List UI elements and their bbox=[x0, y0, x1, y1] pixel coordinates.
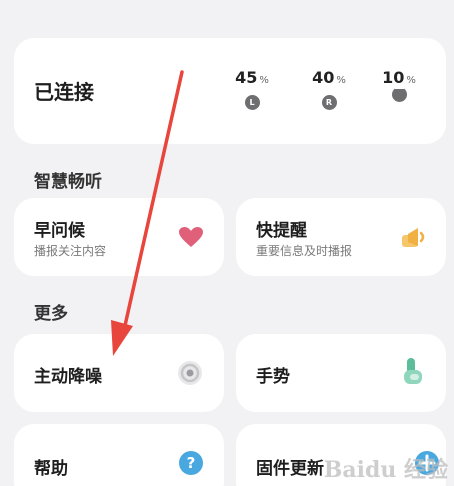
quick-reminder-card[interactable]: 快提醒 重要信息及时播报 bbox=[236, 198, 446, 276]
right-earbud-battery: 40% R bbox=[305, 68, 353, 110]
quick-reminder-subtitle: 重要信息及时播报 bbox=[256, 244, 353, 258]
morning-greeting-subtitle: 播报关注内容 bbox=[34, 244, 107, 258]
watermark-logo: Baidu 经验 bbox=[323, 457, 448, 483]
morning-greeting-card[interactable]: 早问候 播报关注内容 bbox=[14, 198, 224, 276]
gesture-icon bbox=[404, 358, 422, 384]
firmware-update-title: 固件更新 bbox=[256, 459, 324, 479]
noise-cancel-icon bbox=[178, 361, 202, 385]
connection-status: 已连接 bbox=[34, 80, 94, 104]
heart-icon bbox=[179, 227, 203, 247]
right-battery-unit: % bbox=[336, 75, 346, 86]
quick-reminder-title: 快提醒 bbox=[256, 221, 307, 241]
anc-card[interactable]: 主动降噪 bbox=[14, 334, 224, 412]
speaker-bell-icon bbox=[402, 228, 425, 247]
right-battery-value: 40 bbox=[312, 68, 335, 87]
case-icon bbox=[391, 87, 407, 102]
morning-greeting-title: 早问候 bbox=[34, 221, 85, 241]
gesture-card[interactable]: 手势 bbox=[236, 334, 446, 412]
left-battery-value: 45 bbox=[235, 68, 258, 87]
help-card[interactable]: 帮助 ? bbox=[14, 424, 224, 486]
gesture-title: 手势 bbox=[256, 367, 290, 387]
left-earbud-icon: L bbox=[244, 95, 260, 110]
smart-listen-heading: 智慧畅听 bbox=[34, 172, 102, 192]
left-battery-unit: % bbox=[259, 75, 269, 86]
help-title: 帮助 bbox=[34, 459, 68, 479]
anc-title: 主动降噪 bbox=[34, 367, 102, 387]
svg-text:?: ? bbox=[187, 454, 196, 472]
left-earbud-battery: 45% L bbox=[228, 68, 276, 110]
right-earbud-icon: R bbox=[321, 95, 337, 110]
case-battery-unit: % bbox=[406, 75, 416, 86]
connection-card: 已连接 45% L 40% R 10% bbox=[14, 38, 446, 144]
help-icon: ? bbox=[179, 451, 203, 475]
case-battery: 10% bbox=[375, 68, 423, 102]
more-heading: 更多 bbox=[34, 304, 68, 324]
case-battery-value: 10 bbox=[382, 68, 405, 87]
